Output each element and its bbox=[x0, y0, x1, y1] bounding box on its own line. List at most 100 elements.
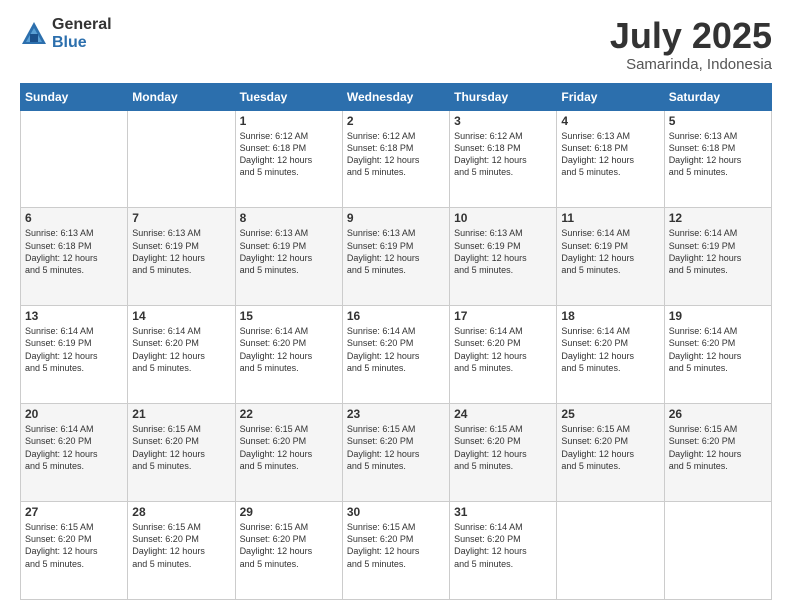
table-row: 14 Sunrise: 6:14 AM Sunset: 6:20 PM Dayli… bbox=[128, 306, 235, 404]
day-number: 14 bbox=[132, 309, 230, 323]
table-row: 17 Sunrise: 6:14 AM Sunset: 6:20 PM Dayli… bbox=[450, 306, 557, 404]
day-number: 10 bbox=[454, 211, 552, 225]
day-info: Sunrise: 6:13 AM Sunset: 6:18 PM Dayligh… bbox=[561, 130, 659, 179]
table-row bbox=[664, 502, 771, 600]
day-number: 26 bbox=[669, 407, 767, 421]
day-number: 24 bbox=[454, 407, 552, 421]
logo-blue-text: Blue bbox=[52, 34, 112, 52]
table-row: 28 Sunrise: 6:15 AM Sunset: 6:20 PM Dayli… bbox=[128, 502, 235, 600]
day-number: 29 bbox=[240, 505, 338, 519]
day-info: Sunrise: 6:14 AM Sunset: 6:20 PM Dayligh… bbox=[132, 325, 230, 374]
day-info: Sunrise: 6:14 AM Sunset: 6:20 PM Dayligh… bbox=[454, 325, 552, 374]
day-info: Sunrise: 6:14 AM Sunset: 6:20 PM Dayligh… bbox=[25, 423, 123, 472]
location-subtitle: Samarinda, Indonesia bbox=[610, 56, 772, 73]
day-number: 3 bbox=[454, 114, 552, 128]
day-number: 8 bbox=[240, 211, 338, 225]
day-number: 20 bbox=[25, 407, 123, 421]
day-info: Sunrise: 6:14 AM Sunset: 6:20 PM Dayligh… bbox=[561, 325, 659, 374]
table-row: 22 Sunrise: 6:15 AM Sunset: 6:20 PM Dayli… bbox=[235, 404, 342, 502]
day-number: 2 bbox=[347, 114, 445, 128]
day-info: Sunrise: 6:14 AM Sunset: 6:20 PM Dayligh… bbox=[347, 325, 445, 374]
day-info: Sunrise: 6:15 AM Sunset: 6:20 PM Dayligh… bbox=[240, 423, 338, 472]
calendar-header-row: Sunday Monday Tuesday Wednesday Thursday… bbox=[21, 83, 772, 110]
day-number: 18 bbox=[561, 309, 659, 323]
day-number: 15 bbox=[240, 309, 338, 323]
table-row: 6Sunrise: 6:13 AM Sunset: 6:18 PM Daylig… bbox=[21, 208, 128, 306]
day-number: 11 bbox=[561, 211, 659, 225]
day-info: Sunrise: 6:14 AM Sunset: 6:20 PM Dayligh… bbox=[454, 521, 552, 570]
day-info: Sunrise: 6:14 AM Sunset: 6:20 PM Dayligh… bbox=[669, 325, 767, 374]
day-info: Sunrise: 6:13 AM Sunset: 6:19 PM Dayligh… bbox=[132, 227, 230, 276]
table-row: 8 Sunrise: 6:13 AM Sunset: 6:19 PM Daylig… bbox=[235, 208, 342, 306]
col-friday: Friday bbox=[557, 83, 664, 110]
day-info: Sunrise: 6:15 AM Sunset: 6:20 PM Dayligh… bbox=[347, 521, 445, 570]
table-row: 13Sunrise: 6:14 AM Sunset: 6:19 PM Dayli… bbox=[21, 306, 128, 404]
day-info: Sunrise: 6:13 AM Sunset: 6:19 PM Dayligh… bbox=[454, 227, 552, 276]
day-info: Sunrise: 6:15 AM Sunset: 6:20 PM Dayligh… bbox=[454, 423, 552, 472]
table-row: 19Sunrise: 6:14 AM Sunset: 6:20 PM Dayli… bbox=[664, 306, 771, 404]
calendar-week-5: 27 Sunrise: 6:15 AM Sunset: 6:20 PM Dayli… bbox=[21, 502, 772, 600]
table-row: 15 Sunrise: 6:14 AM Sunset: 6:20 PM Dayli… bbox=[235, 306, 342, 404]
table-row: 23Sunrise: 6:15 AM Sunset: 6:20 PM Dayli… bbox=[342, 404, 449, 502]
day-info: Sunrise: 6:14 AM Sunset: 6:20 PM Dayligh… bbox=[240, 325, 338, 374]
day-number: 5 bbox=[669, 114, 767, 128]
col-monday: Monday bbox=[128, 83, 235, 110]
day-info: Sunrise: 6:12 AM Sunset: 6:18 PM Dayligh… bbox=[240, 130, 338, 179]
calendar-week-2: 6Sunrise: 6:13 AM Sunset: 6:18 PM Daylig… bbox=[21, 208, 772, 306]
table-row: 21 Sunrise: 6:15 AM Sunset: 6:20 PM Dayli… bbox=[128, 404, 235, 502]
table-row: 12 Sunrise: 6:14 AM Sunset: 6:19 PM Dayli… bbox=[664, 208, 771, 306]
page: General Blue July 2025 Samarinda, Indone… bbox=[0, 0, 792, 612]
table-row: 18 Sunrise: 6:14 AM Sunset: 6:20 PM Dayli… bbox=[557, 306, 664, 404]
calendar-week-4: 20 Sunrise: 6:14 AM Sunset: 6:20 PM Dayli… bbox=[21, 404, 772, 502]
table-row: 4 Sunrise: 6:13 AM Sunset: 6:18 PM Daylig… bbox=[557, 110, 664, 208]
table-row: 24 Sunrise: 6:15 AM Sunset: 6:20 PM Dayli… bbox=[450, 404, 557, 502]
table-row: 25 Sunrise: 6:15 AM Sunset: 6:20 PM Dayli… bbox=[557, 404, 664, 502]
table-row: 10 Sunrise: 6:13 AM Sunset: 6:19 PM Dayli… bbox=[450, 208, 557, 306]
day-info: Sunrise: 6:15 AM Sunset: 6:20 PM Dayligh… bbox=[132, 521, 230, 570]
calendar-week-1: 1 Sunrise: 6:12 AM Sunset: 6:18 PM Daylig… bbox=[21, 110, 772, 208]
day-number: 28 bbox=[132, 505, 230, 519]
table-row: 3Sunrise: 6:12 AM Sunset: 6:18 PM Daylig… bbox=[450, 110, 557, 208]
table-row: 31Sunrise: 6:14 AM Sunset: 6:20 PM Dayli… bbox=[450, 502, 557, 600]
day-info: Sunrise: 6:15 AM Sunset: 6:20 PM Dayligh… bbox=[25, 521, 123, 570]
day-info: Sunrise: 6:13 AM Sunset: 6:18 PM Dayligh… bbox=[669, 130, 767, 179]
month-year-title: July 2025 bbox=[610, 16, 772, 56]
day-info: Sunrise: 6:15 AM Sunset: 6:20 PM Dayligh… bbox=[132, 423, 230, 472]
day-info: Sunrise: 6:13 AM Sunset: 6:18 PM Dayligh… bbox=[25, 227, 123, 276]
table-row: 26Sunrise: 6:15 AM Sunset: 6:20 PM Dayli… bbox=[664, 404, 771, 502]
day-info: Sunrise: 6:13 AM Sunset: 6:19 PM Dayligh… bbox=[347, 227, 445, 276]
day-number: 16 bbox=[347, 309, 445, 323]
day-number: 7 bbox=[132, 211, 230, 225]
table-row: 7 Sunrise: 6:13 AM Sunset: 6:19 PM Daylig… bbox=[128, 208, 235, 306]
logo-general-text: General bbox=[52, 16, 112, 34]
table-row: 5 Sunrise: 6:13 AM Sunset: 6:18 PM Daylig… bbox=[664, 110, 771, 208]
calendar-week-3: 13Sunrise: 6:14 AM Sunset: 6:19 PM Dayli… bbox=[21, 306, 772, 404]
table-row: 29Sunrise: 6:15 AM Sunset: 6:20 PM Dayli… bbox=[235, 502, 342, 600]
table-row: 30Sunrise: 6:15 AM Sunset: 6:20 PM Dayli… bbox=[342, 502, 449, 600]
day-info: Sunrise: 6:14 AM Sunset: 6:19 PM Dayligh… bbox=[561, 227, 659, 276]
day-number: 25 bbox=[561, 407, 659, 421]
day-number: 17 bbox=[454, 309, 552, 323]
logo-icon bbox=[20, 20, 48, 48]
day-number: 13 bbox=[25, 309, 123, 323]
table-row: 27 Sunrise: 6:15 AM Sunset: 6:20 PM Dayli… bbox=[21, 502, 128, 600]
day-number: 4 bbox=[561, 114, 659, 128]
table-row: 2Sunrise: 6:12 AM Sunset: 6:18 PM Daylig… bbox=[342, 110, 449, 208]
col-saturday: Saturday bbox=[664, 83, 771, 110]
day-number: 21 bbox=[132, 407, 230, 421]
calendar-table: Sunday Monday Tuesday Wednesday Thursday… bbox=[20, 83, 772, 600]
day-number: 27 bbox=[25, 505, 123, 519]
day-info: Sunrise: 6:15 AM Sunset: 6:20 PM Dayligh… bbox=[561, 423, 659, 472]
table-row bbox=[557, 502, 664, 600]
table-row bbox=[21, 110, 128, 208]
day-info: Sunrise: 6:14 AM Sunset: 6:19 PM Dayligh… bbox=[669, 227, 767, 276]
table-row: 1 Sunrise: 6:12 AM Sunset: 6:18 PM Daylig… bbox=[235, 110, 342, 208]
day-number: 12 bbox=[669, 211, 767, 225]
day-info: Sunrise: 6:13 AM Sunset: 6:19 PM Dayligh… bbox=[240, 227, 338, 276]
table-row: 11 Sunrise: 6:14 AM Sunset: 6:19 PM Dayli… bbox=[557, 208, 664, 306]
day-number: 1 bbox=[240, 114, 338, 128]
day-number: 22 bbox=[240, 407, 338, 421]
table-row: 20 Sunrise: 6:14 AM Sunset: 6:20 PM Dayli… bbox=[21, 404, 128, 502]
col-wednesday: Wednesday bbox=[342, 83, 449, 110]
day-number: 9 bbox=[347, 211, 445, 225]
